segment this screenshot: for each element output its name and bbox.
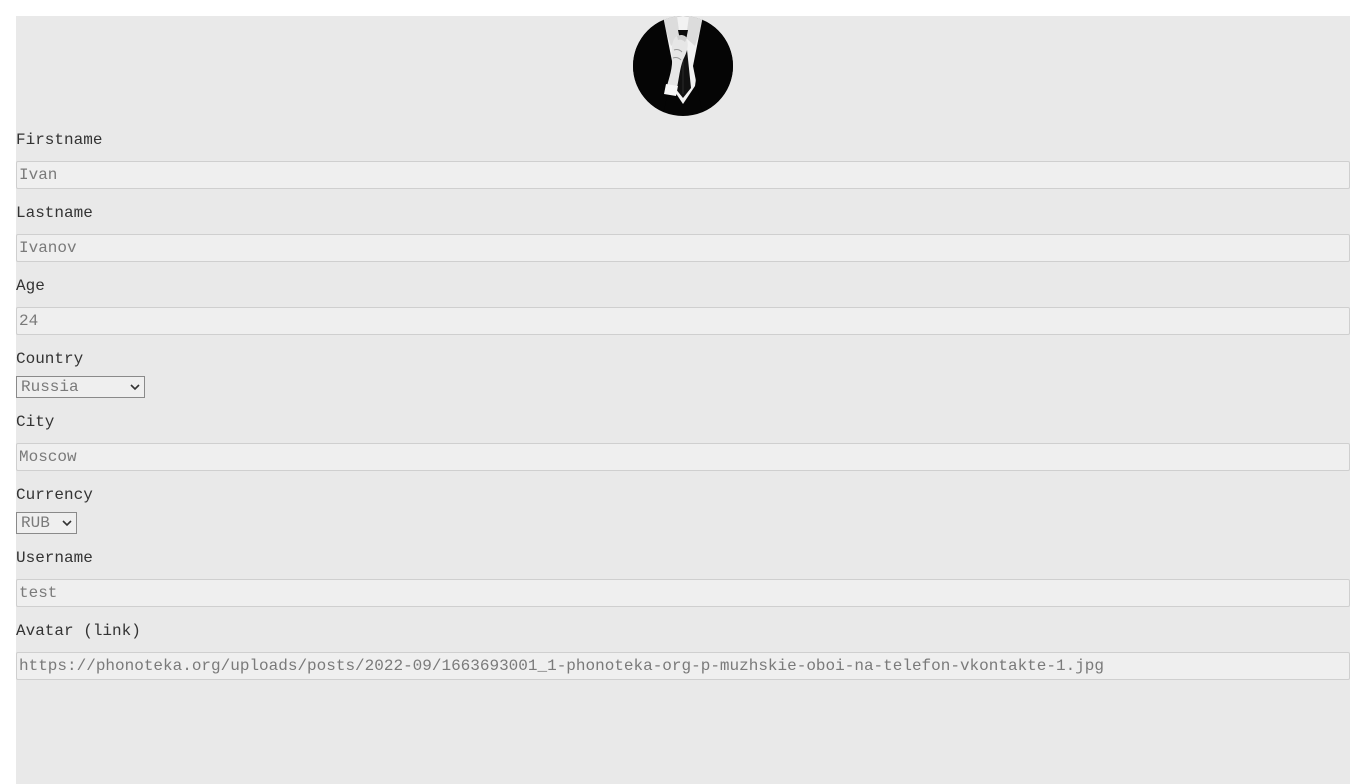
- lastname-input[interactable]: [16, 234, 1350, 262]
- age-input[interactable]: [16, 307, 1350, 335]
- avatar-link-input[interactable]: [16, 652, 1350, 680]
- city-label: City: [16, 413, 55, 431]
- currency-select-value: RUB: [21, 514, 50, 532]
- country-select[interactable]: Russia: [16, 376, 145, 398]
- chevron-down-icon: [62, 520, 72, 527]
- age-label: Age: [16, 277, 45, 295]
- profile-form: Firstname Lastname Age Country Russia Ci…: [16, 16, 1350, 784]
- firstname-input[interactable]: [16, 161, 1350, 189]
- currency-select[interactable]: RUB: [16, 512, 77, 534]
- lastname-label: Lastname: [16, 204, 93, 222]
- currency-label: Currency: [16, 486, 93, 504]
- avatar-link-label: Avatar (link): [16, 622, 141, 640]
- firstname-label: Firstname: [16, 131, 103, 149]
- city-input[interactable]: [16, 443, 1350, 471]
- username-input[interactable]: [16, 579, 1350, 607]
- avatar: [633, 16, 733, 116]
- country-select-value: Russia: [21, 378, 79, 396]
- suited-man-avatar-icon: [633, 16, 733, 116]
- country-label: Country: [16, 350, 84, 368]
- chevron-down-icon: [130, 384, 140, 391]
- username-label: Username: [16, 549, 93, 567]
